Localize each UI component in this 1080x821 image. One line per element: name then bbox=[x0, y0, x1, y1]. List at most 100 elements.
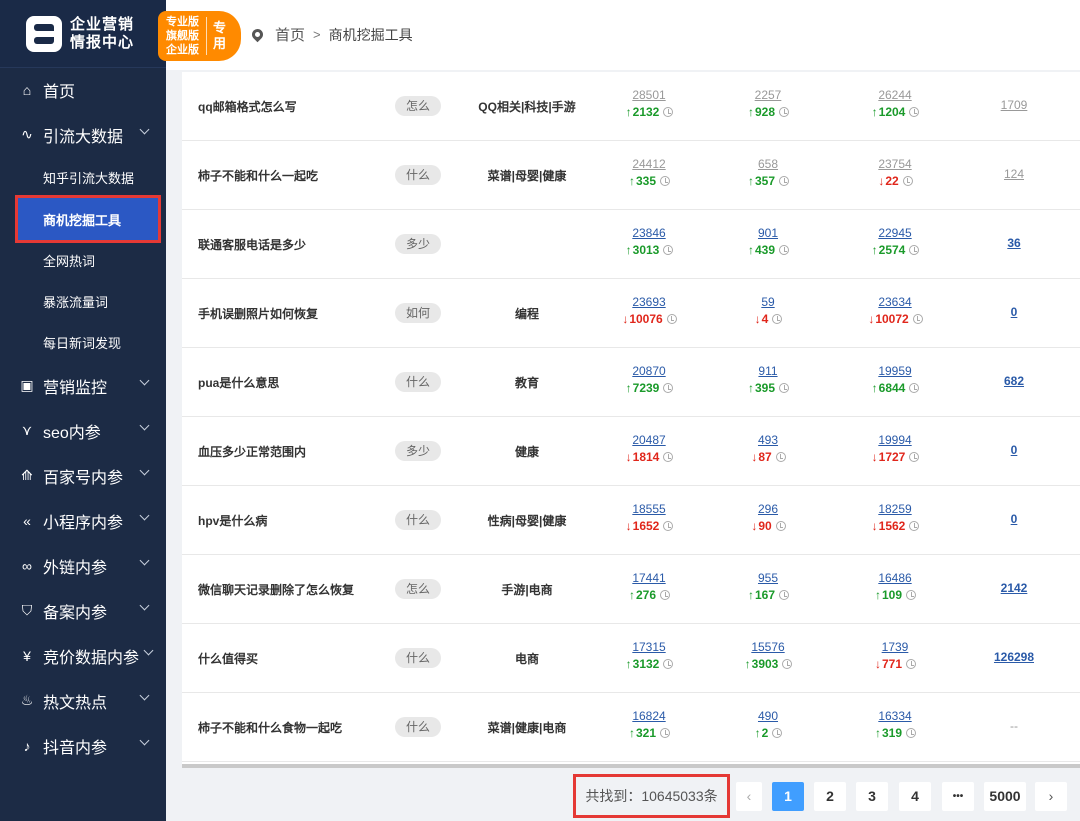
sidebar-subitem-zhihu[interactable]: 知乎引流大数据 bbox=[0, 157, 166, 198]
metric-value-link[interactable]: 955 bbox=[723, 571, 813, 586]
sidebar-group-douyin[interactable]: ♪ 抖音内参 bbox=[0, 723, 166, 768]
last-value-link[interactable]: -- bbox=[972, 719, 1056, 733]
clock-icon[interactable] bbox=[782, 659, 793, 669]
metric-value-link[interactable]: 296 bbox=[723, 502, 813, 517]
sidebar-group-seo[interactable]: ⋎ seo内参 bbox=[0, 408, 166, 453]
clock-icon[interactable] bbox=[660, 728, 671, 738]
metric-value-link[interactable]: 18555 bbox=[604, 502, 694, 517]
metric-value-link[interactable]: 490 bbox=[723, 709, 813, 724]
metric-value-link[interactable]: 15576 bbox=[723, 640, 813, 655]
next-page-button[interactable]: › bbox=[1035, 782, 1067, 811]
clock-icon[interactable] bbox=[909, 107, 920, 117]
sidebar-group-baijia[interactable]: ⟰ 百家号内参 bbox=[0, 453, 166, 498]
clock-icon[interactable] bbox=[772, 314, 783, 324]
last-value-link[interactable]: 0 bbox=[972, 305, 1056, 319]
clock-icon[interactable] bbox=[912, 314, 923, 324]
metric-value-link[interactable]: 23846 bbox=[604, 226, 694, 241]
clock-icon[interactable] bbox=[779, 176, 790, 186]
clock-icon[interactable] bbox=[775, 521, 786, 531]
metric-value-link[interactable]: 17315 bbox=[604, 640, 694, 655]
metric-value-link[interactable]: 26244 bbox=[850, 88, 940, 103]
clock-icon[interactable] bbox=[779, 590, 790, 600]
sidebar-group-bidding[interactable]: ¥ 竞价数据内参 bbox=[0, 633, 166, 678]
metric-value-link[interactable]: 911 bbox=[723, 364, 813, 379]
metric-value-link[interactable]: 20487 bbox=[604, 433, 694, 448]
metric-value-link[interactable]: 59 bbox=[723, 295, 813, 310]
metric-value-link[interactable]: 17441 bbox=[604, 571, 694, 586]
sidebar-group-links[interactable]: ∞ 外链内参 bbox=[0, 543, 166, 588]
metric-value-link[interactable]: 19959 bbox=[850, 364, 940, 379]
page-button-3[interactable]: 3 bbox=[856, 782, 888, 811]
metric-value-link[interactable]: 23754 bbox=[850, 157, 940, 172]
page-button-1[interactable]: 1 bbox=[772, 782, 804, 811]
clock-icon[interactable] bbox=[772, 728, 783, 738]
clock-icon[interactable] bbox=[906, 728, 917, 738]
metric-value-link[interactable]: 23693 bbox=[604, 295, 694, 310]
clock-icon[interactable] bbox=[779, 383, 790, 393]
last-value-link[interactable]: 126298 bbox=[972, 650, 1056, 664]
metric-value-link[interactable]: 1739 bbox=[850, 640, 940, 655]
metric-value-link[interactable]: 28501 bbox=[604, 88, 694, 103]
clock-icon[interactable] bbox=[909, 245, 920, 255]
clock-icon[interactable] bbox=[909, 383, 920, 393]
page-button-last[interactable]: 5000 bbox=[984, 782, 1026, 811]
metric-value-link[interactable]: 16486 bbox=[850, 571, 940, 586]
sidebar-group-hotnews[interactable]: ♨ 热文热点 bbox=[0, 678, 166, 723]
sidebar-group-monitor[interactable]: ▣ 营销监控 bbox=[0, 363, 166, 408]
last-value-link[interactable]: 1709 bbox=[972, 98, 1056, 112]
clock-icon[interactable] bbox=[906, 659, 917, 669]
sidebar-item-home[interactable]: ⌂ 首页 bbox=[0, 68, 166, 112]
metric-value-link[interactable]: 20870 bbox=[604, 364, 694, 379]
metric-value-link[interactable]: 2257 bbox=[723, 88, 813, 103]
last-value-link[interactable]: 0 bbox=[972, 443, 1056, 457]
sidebar-group-miniapp[interactable]: « 小程序内参 bbox=[0, 498, 166, 543]
sidebar-subitem-hotwords[interactable]: 全网热词 bbox=[0, 240, 166, 281]
clock-icon[interactable] bbox=[663, 245, 674, 255]
metric-value-link[interactable]: 22945 bbox=[850, 226, 940, 241]
sidebar-subitem-surge[interactable]: 暴涨流量词 bbox=[0, 281, 166, 322]
metric-value-link[interactable]: 901 bbox=[723, 226, 813, 241]
metric-value-link[interactable]: 18259 bbox=[850, 502, 940, 517]
metric-value-link[interactable]: 16824 bbox=[604, 709, 694, 724]
clock-icon[interactable] bbox=[663, 659, 674, 669]
page-button-2[interactable]: 2 bbox=[814, 782, 846, 811]
delta-value: 771 bbox=[881, 657, 903, 671]
more-pages-ellipsis[interactable]: ••• bbox=[942, 782, 974, 811]
metric-value-link[interactable]: 658 bbox=[723, 157, 813, 172]
clock-icon[interactable] bbox=[663, 452, 674, 462]
sidebar-group-traffic[interactable]: ∿ 引流大数据 bbox=[0, 112, 166, 157]
clock-icon[interactable] bbox=[909, 452, 920, 462]
clock-icon[interactable] bbox=[663, 383, 674, 393]
clock-icon[interactable] bbox=[663, 107, 674, 117]
metric-value-link[interactable]: 24412 bbox=[604, 157, 694, 172]
metric-value-link[interactable]: 493 bbox=[723, 433, 813, 448]
sidebar-subitem-opportunity[interactable]: 商机挖掘工具 bbox=[15, 195, 161, 243]
metric-value-link[interactable]: 16334 bbox=[850, 709, 940, 724]
clock-icon[interactable] bbox=[775, 452, 786, 462]
delta-value: 10072 bbox=[875, 312, 909, 326]
metric-value-link[interactable]: 23634 bbox=[850, 295, 940, 310]
last-value-link[interactable]: 682 bbox=[972, 374, 1056, 388]
clock-icon[interactable] bbox=[779, 245, 790, 255]
clock-icon[interactable] bbox=[663, 521, 674, 531]
last-value-link[interactable]: 124 bbox=[972, 167, 1056, 181]
last-value-link[interactable]: 36 bbox=[972, 236, 1056, 250]
sidebar-group-beian[interactable]: ⛉ 备案内参 bbox=[0, 588, 166, 633]
horizontal-scrollbar[interactable] bbox=[182, 764, 1080, 768]
clock-icon[interactable] bbox=[779, 107, 790, 117]
last-value-link[interactable]: 2142 bbox=[972, 581, 1056, 595]
prev-page-button[interactable]: ‹ bbox=[736, 782, 762, 811]
delta-value: 22 bbox=[885, 174, 899, 188]
last-value-link[interactable]: 0 bbox=[972, 512, 1056, 526]
metric-value-link[interactable]: 19994 bbox=[850, 433, 940, 448]
clock-icon[interactable] bbox=[902, 176, 913, 186]
clock-icon[interactable] bbox=[909, 521, 920, 531]
clock-icon[interactable] bbox=[660, 176, 671, 186]
clock-icon[interactable] bbox=[906, 590, 917, 600]
page-button-4[interactable]: 4 bbox=[899, 782, 931, 811]
breadcrumb-home[interactable]: 首页 bbox=[275, 24, 305, 45]
clock-icon[interactable] bbox=[666, 314, 677, 324]
clock-icon[interactable] bbox=[660, 590, 671, 600]
sidebar-subitem-newwords[interactable]: 每日新词发现 bbox=[0, 322, 166, 363]
brand-logo[interactable]: 企业营销 情报中心 bbox=[0, 0, 166, 68]
